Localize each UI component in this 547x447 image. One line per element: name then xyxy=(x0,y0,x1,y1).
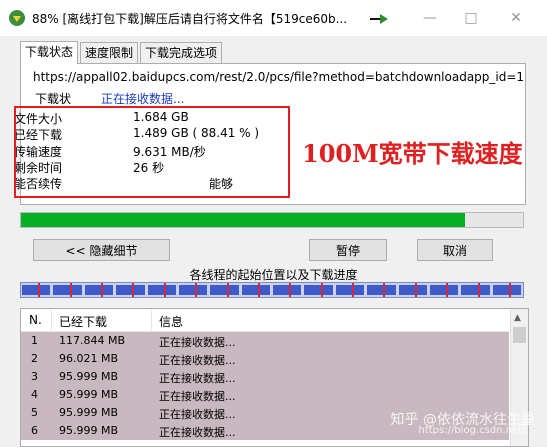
thread-segment xyxy=(178,285,208,295)
thread-marker xyxy=(289,283,292,297)
watermark-url: https://blog.csdn.net/... xyxy=(418,425,535,436)
cell-n: 1 xyxy=(31,334,38,347)
arrow-right-icon xyxy=(370,14,388,24)
thread-segment xyxy=(461,285,490,295)
scroll-thumb[interactable] xyxy=(513,327,526,343)
thread-marker xyxy=(132,283,135,297)
pause-button[interactable]: 暂停 xyxy=(309,239,387,261)
tab-download-complete-options[interactable]: 下载完成选项 xyxy=(140,42,223,63)
cell-n: 3 xyxy=(31,370,38,383)
close-button[interactable]: ✕ xyxy=(504,6,528,30)
idm-app-icon xyxy=(9,10,25,26)
window-title: 88% [离线打包下载]解压后请自行将文件名【519ce60b... xyxy=(32,12,348,26)
cell-n: 5 xyxy=(31,406,38,419)
thread-marker xyxy=(446,283,449,297)
status-label: 下载状 xyxy=(35,92,72,106)
cell-info: 正在接收数据... xyxy=(159,390,236,403)
thread-marker xyxy=(38,283,41,297)
status-value: 正在接收数据... xyxy=(101,92,185,106)
thread-segment xyxy=(304,285,333,295)
thread-segment xyxy=(147,285,176,295)
thread-marker xyxy=(101,283,103,297)
speed-annotation: 100M宽带下载速度 xyxy=(302,139,523,168)
thread-marker xyxy=(352,283,354,297)
cell-info: 正在接收数据... xyxy=(159,354,236,367)
header-downloaded[interactable]: 已经下载 xyxy=(59,313,107,330)
thread-progress-title: 各线程的起始位置以及下载进度 xyxy=(189,268,358,282)
header-n[interactable]: N. xyxy=(29,313,42,327)
thread-segment xyxy=(429,285,459,295)
cell-n: 4 xyxy=(31,388,38,401)
cell-n: 6 xyxy=(31,424,38,437)
cell-info: 正在接收数据... xyxy=(159,336,236,349)
cell-n: 2 xyxy=(31,352,38,365)
table-row[interactable]: 1 117.844 MB 正在接收数据... xyxy=(21,332,509,350)
thread-segment xyxy=(335,285,365,295)
download-url: https://appall02.baidupcs.com/rest/2.0/p… xyxy=(33,70,523,84)
thread-segment xyxy=(398,285,427,295)
thread-marker xyxy=(383,283,386,297)
thread-segment xyxy=(367,285,396,295)
header-divider xyxy=(51,309,52,331)
thread-segment xyxy=(53,285,82,295)
maximize-button[interactable]: □ xyxy=(459,6,483,30)
cell-downloaded: 95.999 MB xyxy=(59,370,119,383)
header-info[interactable]: 信息 xyxy=(159,313,183,330)
thread-marker xyxy=(257,283,260,297)
minimize-button[interactable]: — xyxy=(418,6,442,30)
cell-downloaded: 117.844 MB xyxy=(59,334,126,347)
thread-progress-bar xyxy=(20,282,524,298)
thread-segment xyxy=(116,285,145,295)
thread-marker xyxy=(508,283,511,297)
header-divider xyxy=(151,309,152,331)
cell-downloaded: 95.999 MB xyxy=(59,424,119,437)
cell-info: 正在接收数据... xyxy=(159,408,236,421)
thread-segment xyxy=(241,285,270,295)
tab-speed-limit[interactable]: 速度限制 xyxy=(80,42,139,63)
highlight-box xyxy=(14,106,290,198)
thread-segment xyxy=(22,285,51,295)
cell-downloaded: 96.021 MB xyxy=(59,352,119,365)
cell-downloaded: 95.999 MB xyxy=(59,388,119,401)
thread-segment xyxy=(492,285,521,295)
thread-marker xyxy=(414,283,417,297)
cell-downloaded: 95.999 MB xyxy=(59,406,119,419)
download-progress-bar xyxy=(20,212,524,228)
thread-marker xyxy=(320,283,323,297)
tab-download-status[interactable]: 下载状态 xyxy=(20,41,79,64)
scroll-up-icon[interactable]: ▲ xyxy=(514,313,521,323)
thread-marker xyxy=(477,283,480,297)
cancel-button[interactable]: 取消 xyxy=(417,239,493,261)
thread-segment xyxy=(84,285,114,295)
list-header: N. 已经下载 信息 xyxy=(21,309,509,332)
hide-details-button[interactable]: << 隐藏细节 xyxy=(33,239,170,261)
thread-segment xyxy=(210,285,239,295)
thread-marker xyxy=(226,283,229,297)
thread-segment xyxy=(273,285,302,295)
cell-info: 正在接收数据... xyxy=(159,372,236,385)
table-row[interactable]: 2 96.021 MB 正在接收数据... xyxy=(21,350,509,368)
table-row[interactable]: 3 95.999 MB 正在接收数据... xyxy=(21,368,509,386)
thread-marker xyxy=(163,283,166,297)
table-row[interactable]: 4 95.999 MB 正在接收数据... xyxy=(21,386,509,404)
thread-marker xyxy=(195,283,198,297)
title-bar: 88% [离线打包下载]解压后请自行将文件名【519ce60b... — □ ✕ xyxy=(0,0,547,36)
progress-fill xyxy=(21,213,465,227)
thread-marker xyxy=(69,283,72,297)
cell-info: 正在接收数据... xyxy=(159,426,236,439)
